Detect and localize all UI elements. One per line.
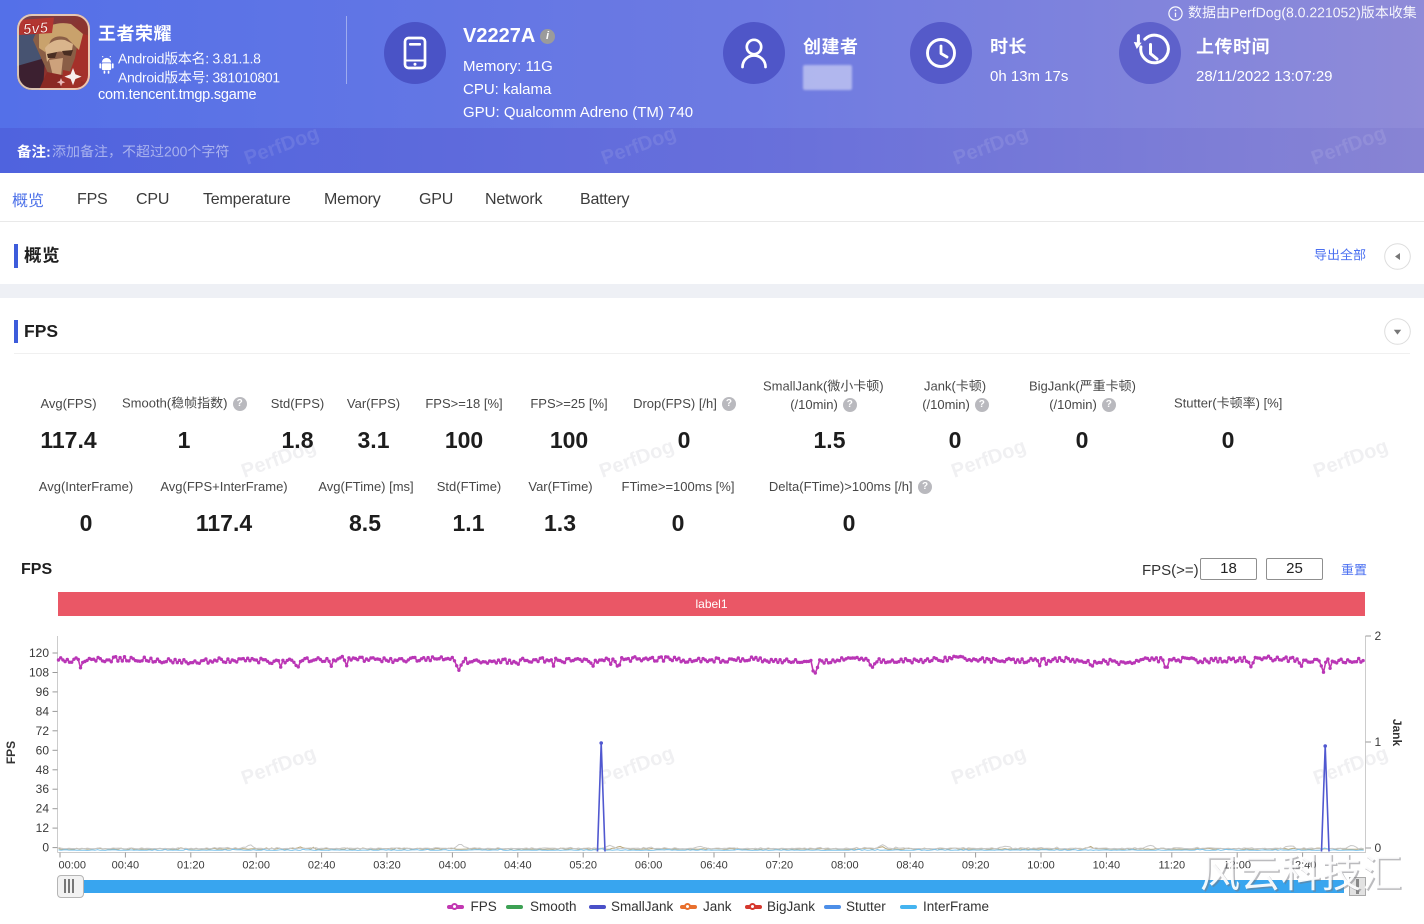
svg-text:02:40: 02:40	[308, 860, 336, 872]
svg-text:96: 96	[36, 685, 50, 699]
svg-text:72: 72	[36, 724, 50, 738]
svg-text:08:40: 08:40	[896, 860, 924, 872]
svg-text:00:40: 00:40	[112, 860, 140, 872]
svg-text:36: 36	[36, 782, 50, 796]
svg-text:24: 24	[36, 802, 50, 816]
svg-text:01:20: 01:20	[177, 860, 205, 872]
svg-text:FPS: FPS	[4, 741, 18, 764]
svg-text:108: 108	[29, 666, 49, 680]
svg-text:60: 60	[36, 743, 50, 757]
svg-text:11:20: 11:20	[1158, 860, 1185, 872]
svg-text:03:20: 03:20	[373, 860, 401, 872]
svg-text:04:00: 04:00	[439, 860, 467, 872]
svg-text:07:20: 07:20	[766, 860, 794, 872]
svg-text:02:00: 02:00	[242, 860, 270, 872]
svg-text:09:20: 09:20	[962, 860, 990, 872]
svg-text:00:00: 00:00	[59, 860, 87, 872]
svg-text:1: 1	[1375, 735, 1382, 749]
svg-text:2: 2	[1375, 629, 1382, 643]
svg-text:06:40: 06:40	[700, 860, 728, 872]
svg-text:0: 0	[42, 841, 49, 855]
svg-text:10:00: 10:00	[1027, 860, 1055, 872]
svg-text:04:40: 04:40	[504, 860, 532, 872]
svg-text:06:00: 06:00	[635, 860, 663, 872]
svg-text:Jank: Jank	[1390, 719, 1404, 747]
svg-text:10:40: 10:40	[1093, 860, 1121, 872]
svg-text:05:20: 05:20	[569, 860, 597, 872]
svg-text:48: 48	[36, 763, 50, 777]
svg-text:5v5: 5v5	[22, 19, 49, 38]
svg-text:120: 120	[29, 646, 49, 660]
svg-text:84: 84	[36, 704, 50, 718]
svg-text:12: 12	[36, 821, 50, 835]
svg-text:08:00: 08:00	[831, 860, 859, 872]
